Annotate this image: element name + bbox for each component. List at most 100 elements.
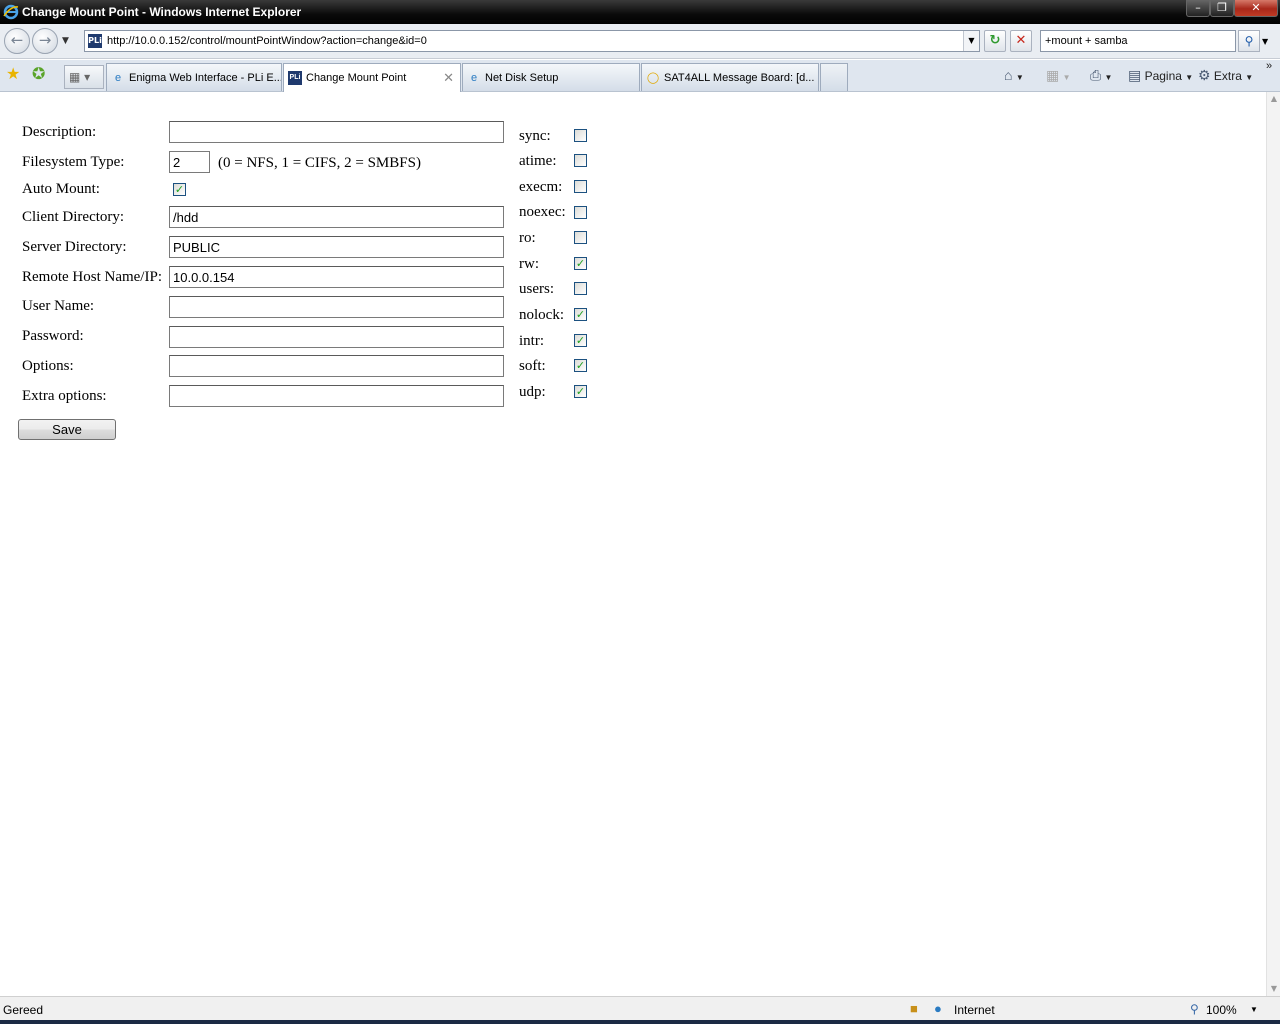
auto-mount-checkbox[interactable]: ✓ — [173, 183, 186, 196]
mount-option-intr-checkbox[interactable]: ✓ — [574, 334, 587, 347]
mount-option-label: udp: — [519, 384, 546, 400]
title-bar: Change Mount Point - Windows Internet Ex… — [0, 0, 1280, 24]
mount-option-label: nolock: — [519, 307, 564, 323]
mount-option-rw-checkbox[interactable]: ✓ — [574, 257, 587, 270]
filesystem-type-field[interactable]: 2 — [169, 151, 210, 173]
protected-mode-icon[interactable]: ■ — [910, 1001, 918, 1016]
password-field[interactable] — [169, 326, 504, 348]
address-dropdown-icon[interactable]: ▼ — [963, 31, 979, 51]
globe-icon: ● — [934, 1001, 942, 1016]
description-field[interactable] — [169, 121, 504, 143]
user-name-label: User Name: — [22, 298, 95, 314]
mount-option-label: noexec: — [519, 204, 566, 220]
scroll-up-icon[interactable]: ▲ — [1267, 92, 1280, 106]
print-button[interactable]: ⎙ ▼ — [1090, 67, 1112, 84]
client-directory-field[interactable]: /hdd — [169, 206, 504, 228]
tools-menu-button[interactable]: ⚙ Extra ▼ — [1198, 67, 1253, 84]
tab-change-mount-point[interactable]: PLi Change Mount Point ✕ — [283, 63, 461, 93]
mount-option-label: users: — [519, 281, 554, 297]
address-url[interactable]: http://10.0.0.152/control/mountPointWind… — [107, 35, 427, 47]
zoom-chevron-icon[interactable]: ▼ — [1250, 1005, 1258, 1014]
user-name-field[interactable] — [169, 296, 504, 318]
zoom-level[interactable]: 100% — [1206, 1003, 1237, 1017]
minimize-button[interactable]: – — [1186, 0, 1210, 17]
search-options-chevron-icon[interactable]: ▼ — [1262, 37, 1268, 46]
pli-page-icon: PLi — [288, 71, 302, 85]
gear-icon: ⚙ — [1198, 67, 1211, 83]
window-controls: – ❐ ✕ — [1186, 0, 1278, 18]
printer-icon: ⎙ — [1090, 67, 1102, 83]
options-label: Options: — [22, 358, 74, 374]
close-tab-icon[interactable]: ✕ — [443, 70, 454, 86]
tab-sat4all-message-board[interactable]: ◯ SAT4ALL Message Board: [d... — [641, 63, 819, 91]
mount-option-users-checkbox[interactable] — [574, 282, 587, 295]
mount-option-atime-checkbox[interactable] — [574, 154, 587, 167]
mount-option-label: soft: — [519, 358, 546, 374]
recent-pages-chevron-icon[interactable]: ▼ — [62, 36, 69, 46]
home-icon: ⌂ — [1004, 67, 1013, 83]
mount-option-nolock-checkbox[interactable]: ✓ — [574, 308, 587, 321]
filesystem-type-hint: (0 = NFS, 1 = CIFS, 2 = SMBFS) — [218, 155, 421, 171]
stop-button[interactable]: ✕ — [1010, 30, 1032, 52]
ie-logo-icon — [3, 4, 19, 20]
mount-option-label: atime: — [519, 153, 557, 169]
mount-option-ro-checkbox[interactable] — [574, 231, 587, 244]
close-button[interactable]: ✕ — [1234, 0, 1278, 17]
favorites-star-icon[interactable]: ★ — [6, 64, 20, 83]
taskbar-edge — [0, 1020, 1280, 1024]
tab-net-disk-setup[interactable]: e Net Disk Setup — [462, 63, 640, 91]
mount-option-label: sync: — [519, 128, 551, 144]
add-favorites-icon[interactable]: ✪ — [32, 64, 45, 83]
page-menu-button[interactable]: ▤ Pagina ▼ — [1128, 67, 1193, 84]
page-icon: ▤ — [1128, 67, 1142, 83]
zoom-icon: ⚲ — [1190, 1002, 1199, 1016]
security-zone[interactable]: Internet — [954, 1003, 995, 1017]
tab-label: Change Mount Point — [306, 72, 407, 84]
mount-option-sync-checkbox[interactable] — [574, 129, 587, 142]
scroll-down-icon[interactable]: ▼ — [1267, 982, 1280, 996]
save-button[interactable]: Save — [18, 419, 116, 440]
mount-option-udp-checkbox[interactable]: ✓ — [574, 385, 587, 398]
mount-option-label: ro: — [519, 230, 536, 246]
status-text: Gereed — [3, 1003, 44, 1017]
pli-page-icon: PLi — [88, 34, 102, 48]
remote-host-label: Remote Host Name/IP: — [22, 269, 162, 285]
tab-label: Net Disk Setup — [485, 72, 559, 84]
restore-button[interactable]: ❐ — [1210, 0, 1234, 17]
ie-page-icon: e — [470, 72, 478, 84]
window-title: Change Mount Point - Windows Internet Ex… — [22, 5, 302, 19]
mount-option-execm-checkbox[interactable] — [574, 180, 587, 193]
tools-menu-label: Extra — [1213, 69, 1242, 83]
client-directory-label: Client Directory: — [22, 209, 125, 225]
extra-options-field[interactable] — [169, 385, 504, 407]
quick-tabs-button[interactable]: ▦ ▾ — [64, 65, 104, 89]
tab-enigma-web-interface[interactable]: e Enigma Web Interface - PLi E... — [106, 63, 282, 91]
ie-page-icon: e — [114, 72, 122, 84]
refresh-button[interactable]: ↻ — [984, 30, 1006, 52]
search-input[interactable]: +mount + samba — [1040, 30, 1236, 52]
server-directory-field[interactable]: PUBLIC — [169, 236, 504, 258]
filesystem-type-label: Filesystem Type: — [22, 154, 125, 170]
address-bar[interactable]: PLi http://10.0.0.152/control/mountPoint… — [84, 30, 980, 52]
search-button[interactable]: ⚲ — [1238, 30, 1260, 52]
tab-label: Enigma Web Interface - PLi E... — [129, 72, 282, 84]
page-content: Description: Filesystem Type: 2 (0 = NFS… — [0, 92, 1266, 996]
auto-mount-label: Auto Mount: — [22, 181, 100, 197]
more-commands-chevron-icon[interactable]: » — [1266, 60, 1272, 72]
options-field[interactable] — [169, 355, 504, 377]
feeds-button[interactable]: ▦ ▼ — [1046, 67, 1071, 84]
rss-feed-icon: ▦ — [1046, 67, 1060, 83]
mount-option-noexec-checkbox[interactable] — [574, 206, 587, 219]
vertical-scrollbar[interactable]: ▲ ▼ — [1266, 92, 1280, 996]
mount-option-label: intr: — [519, 333, 544, 349]
new-tab-button[interactable] — [820, 63, 848, 91]
navigation-bar: ← → ▼ PLi http://10.0.0.152/control/moun… — [0, 24, 1280, 59]
mount-option-soft-checkbox[interactable]: ✓ — [574, 359, 587, 372]
status-bar: Gereed ■ ● Internet ⚲ 100% ▼ — [0, 996, 1280, 1020]
remote-host-field[interactable]: 10.0.0.154 — [169, 266, 504, 288]
home-button[interactable]: ⌂ ▼ — [1004, 67, 1024, 83]
back-button[interactable]: ← — [4, 28, 30, 54]
tab-label: SAT4ALL Message Board: [d... — [664, 72, 815, 84]
forward-button[interactable]: → — [32, 28, 58, 54]
description-label: Description: — [22, 124, 97, 140]
